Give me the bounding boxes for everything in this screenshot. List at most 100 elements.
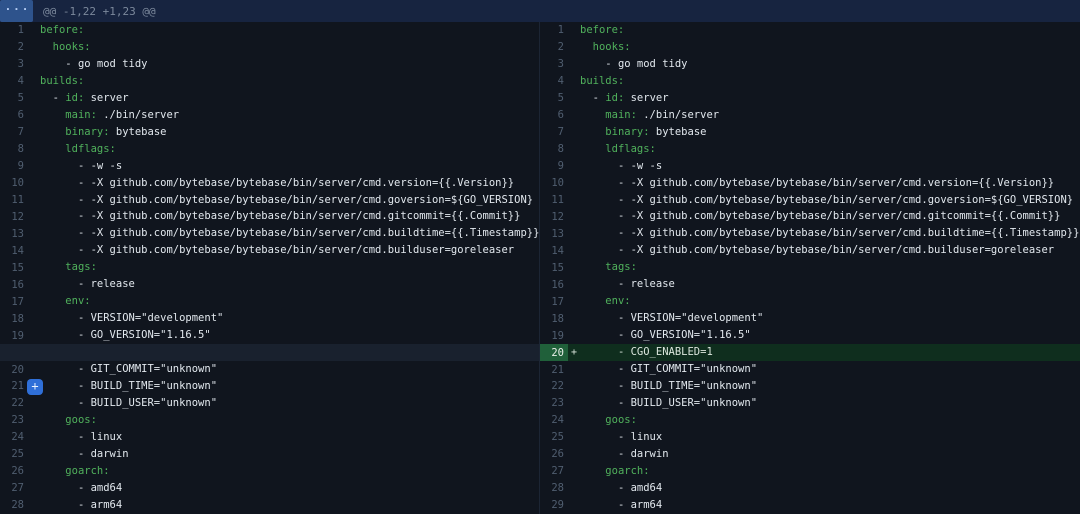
- line-number[interactable]: 28: [540, 480, 568, 497]
- line-number[interactable]: 23: [0, 412, 28, 429]
- line-number[interactable]: 15: [540, 259, 568, 276]
- line-number[interactable]: 9: [0, 158, 28, 175]
- yaml-text: -: [53, 92, 66, 104]
- line-number[interactable]: 21: [540, 361, 568, 378]
- line-number[interactable]: 7: [0, 124, 28, 141]
- line-number[interactable]: 6: [540, 107, 568, 124]
- line-number[interactable]: 17: [540, 293, 568, 310]
- diff-line: 16 - release: [0, 276, 539, 293]
- line-number[interactable]: 25: [540, 429, 568, 446]
- line-number[interactable]: 6: [0, 107, 28, 124]
- line-number[interactable]: 27: [0, 480, 28, 497]
- line-number[interactable]: 3: [0, 56, 28, 73]
- added-marker-icon: +: [568, 347, 580, 358]
- code-line: - darwin: [40, 446, 129, 463]
- line-number[interactable]: 11: [0, 192, 28, 209]
- line-number[interactable]: 2: [0, 39, 28, 56]
- line-number[interactable]: 20: [540, 344, 568, 361]
- line-number[interactable]: 7: [540, 124, 568, 141]
- diff-line: 9 - -w -s: [540, 158, 1080, 175]
- diff-line: 19 - GO_VERSION="1.16.5": [0, 327, 539, 344]
- line-number[interactable]: 13: [540, 225, 568, 242]
- yaml-text: - -X github.com/bytebase/bytebase/bin/se…: [618, 244, 1054, 256]
- line-number[interactable]: 26: [0, 463, 28, 480]
- line-number[interactable]: 10: [0, 175, 28, 192]
- diff-line: 26 - darwin: [540, 446, 1080, 463]
- diff-line: 26 goarch:: [0, 463, 539, 480]
- yaml-text: - amd64: [618, 482, 662, 494]
- add-comment-button[interactable]: +: [27, 379, 43, 395]
- line-number[interactable]: 3: [540, 56, 568, 73]
- yaml-text: - arm64: [618, 499, 662, 511]
- line-number[interactable]: 24: [540, 412, 568, 429]
- yaml-text: ./bin/server: [97, 109, 179, 121]
- diff-line: 19 - GO_VERSION="1.16.5": [540, 327, 1080, 344]
- code-line: goos:: [40, 412, 97, 429]
- diff-line: 7 binary: bytebase: [0, 124, 539, 141]
- line-number[interactable]: 5: [540, 90, 568, 107]
- line-number[interactable]: 15: [0, 259, 28, 276]
- line-number[interactable]: 17: [0, 293, 28, 310]
- yaml-key: hooks:: [53, 41, 91, 53]
- line-number[interactable]: 23: [540, 395, 568, 412]
- line-number[interactable]: 22: [0, 395, 28, 412]
- code-line: - linux: [40, 429, 122, 446]
- line-number[interactable]: 14: [540, 242, 568, 259]
- line-number[interactable]: 8: [540, 141, 568, 158]
- line-number[interactable]: 25: [0, 446, 28, 463]
- line-number[interactable]: 29: [540, 497, 568, 514]
- line-number[interactable]: 10: [540, 175, 568, 192]
- diff-line: 18 - VERSION="development": [540, 310, 1080, 327]
- line-number[interactable]: 12: [0, 208, 28, 225]
- line-number[interactable]: 4: [0, 73, 28, 90]
- yaml-text: - GIT_COMMIT="unknown": [618, 363, 757, 375]
- yaml-key: main:: [65, 109, 97, 121]
- line-number[interactable]: 13: [0, 225, 28, 242]
- yaml-text: - GO_VERSION="1.16.5": [618, 329, 751, 341]
- line-number[interactable]: 19: [0, 327, 28, 344]
- yaml-key: ldflags:: [65, 143, 116, 155]
- yaml-text: - -X github.com/bytebase/bytebase/bin/se…: [618, 177, 1054, 189]
- line-number[interactable]: 20: [0, 361, 28, 378]
- line-number[interactable]: 19: [540, 327, 568, 344]
- line-number[interactable]: 27: [540, 463, 568, 480]
- line-number[interactable]: 9: [540, 158, 568, 175]
- diff-right-pane: 1before:2 hooks:3 - go mod tidy4builds:5…: [540, 22, 1080, 514]
- line-number[interactable]: 2: [540, 39, 568, 56]
- yaml-text: - amd64: [78, 482, 122, 494]
- line-number[interactable]: 12: [540, 208, 568, 225]
- line-number[interactable]: 1: [0, 22, 28, 39]
- line-number[interactable]: 1: [540, 22, 568, 39]
- expand-hunk-button[interactable]: ···: [0, 0, 33, 22]
- code-line: - release: [40, 276, 135, 293]
- line-number[interactable]: 22: [540, 378, 568, 395]
- diff-line: 16 - release: [540, 276, 1080, 293]
- line-number[interactable]: 5: [0, 90, 28, 107]
- line-number[interactable]: 16: [0, 276, 28, 293]
- code-line: - arm64: [580, 497, 662, 514]
- code-line: tags:: [580, 259, 637, 276]
- diff-line: 6 main: ./bin/server: [0, 107, 539, 124]
- diff-line: 28 - amd64: [540, 480, 1080, 497]
- code-line: env:: [40, 293, 91, 310]
- line-number[interactable]: 26: [540, 446, 568, 463]
- line-number[interactable]: 21: [0, 378, 28, 395]
- line-number[interactable]: 18: [0, 310, 28, 327]
- code-line: - -X github.com/bytebase/bytebase/bin/se…: [580, 175, 1054, 192]
- diff-line: 29 - arm64: [540, 497, 1080, 514]
- yaml-key: env:: [65, 295, 90, 307]
- code-line: hooks:: [580, 39, 631, 56]
- line-number[interactable]: 16: [540, 276, 568, 293]
- line-number[interactable]: 14: [0, 242, 28, 259]
- line-number[interactable]: 8: [0, 141, 28, 158]
- line-number[interactable]: 4: [540, 73, 568, 90]
- yaml-key: builds:: [40, 75, 84, 87]
- yaml-key: tags:: [605, 261, 637, 273]
- line-number[interactable]: 11: [540, 192, 568, 209]
- code-line: - -X github.com/bytebase/bytebase/bin/se…: [580, 208, 1060, 225]
- line-number[interactable]: 18: [540, 310, 568, 327]
- code-line: goarch:: [580, 463, 650, 480]
- line-number[interactable]: 24: [0, 429, 28, 446]
- line-number[interactable]: 28: [0, 497, 28, 514]
- code-line: - -X github.com/bytebase/bytebase/bin/se…: [40, 175, 514, 192]
